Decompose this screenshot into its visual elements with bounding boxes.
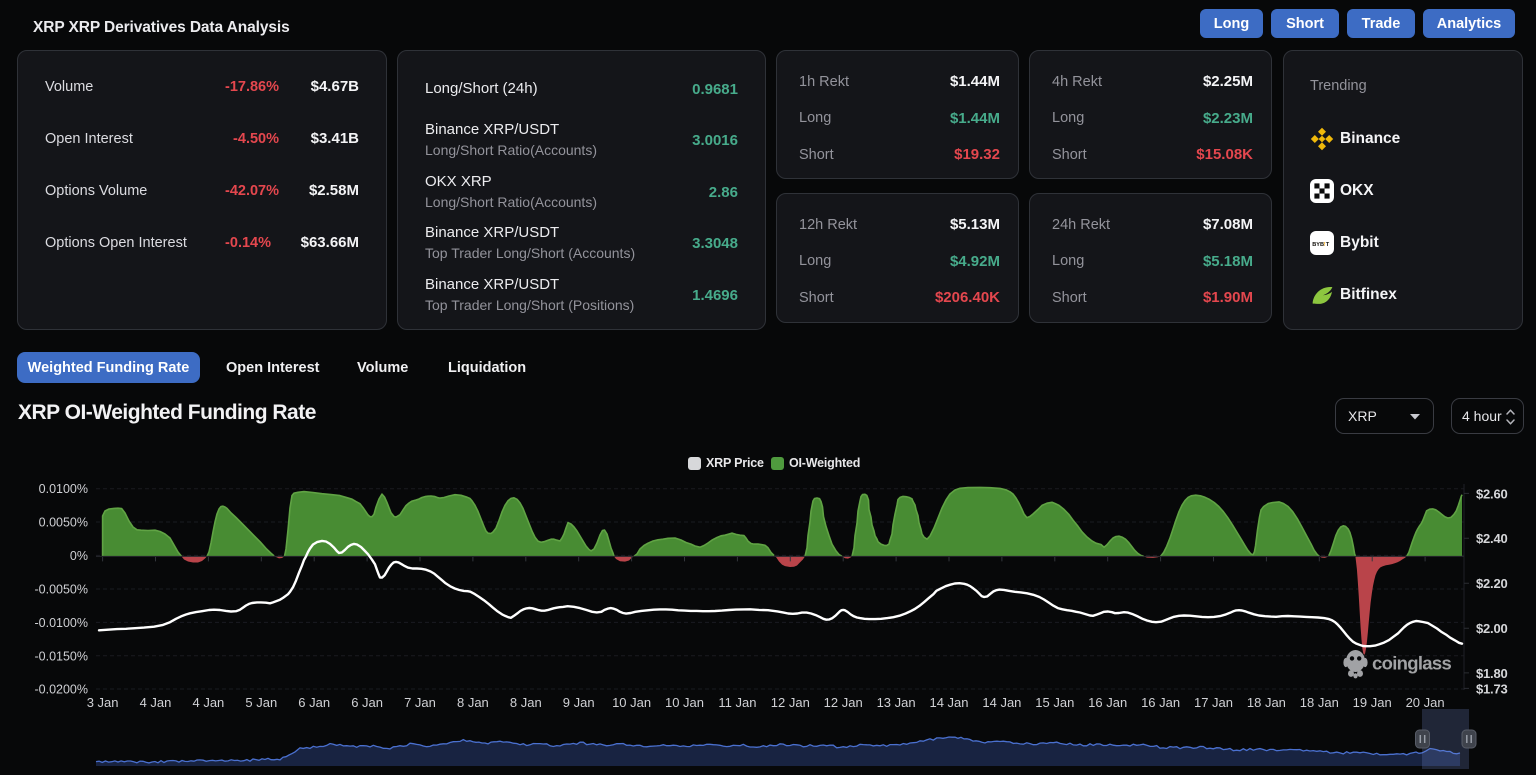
svg-text:11 Jan: 11 Jan	[718, 695, 756, 710]
svg-text:16 Jan: 16 Jan	[1088, 695, 1127, 710]
svg-text:$2.40: $2.40	[1476, 531, 1508, 546]
svg-text:13 Jan: 13 Jan	[877, 695, 916, 710]
svg-text:$2.60: $2.60	[1476, 486, 1508, 501]
svg-text:20 Jan: 20 Jan	[1406, 695, 1445, 710]
svg-text:18 Jan: 18 Jan	[1300, 695, 1339, 710]
svg-text:-0.0200%: -0.0200%	[34, 683, 88, 697]
svg-text:10 Jan: 10 Jan	[665, 695, 704, 710]
svg-text:19 Jan: 19 Jan	[1353, 695, 1392, 710]
svg-text:8 Jan: 8 Jan	[457, 695, 489, 710]
svg-text:4 Jan: 4 Jan	[192, 695, 224, 710]
svg-text:-0.0050%: -0.0050%	[34, 583, 88, 597]
svg-text:7 Jan: 7 Jan	[404, 695, 436, 710]
svg-text:T: T	[1326, 242, 1330, 248]
svg-text:10 Jan: 10 Jan	[612, 695, 651, 710]
svg-text:coinglass: coinglass	[1372, 653, 1451, 674]
svg-text:4 Jan: 4 Jan	[140, 695, 172, 710]
svg-text:9 Jan: 9 Jan	[563, 695, 595, 710]
svg-text:12 Jan: 12 Jan	[824, 695, 863, 710]
svg-text:$1.73: $1.73	[1476, 681, 1508, 696]
svg-text:$2.20: $2.20	[1476, 576, 1508, 591]
svg-text:5 Jan: 5 Jan	[245, 695, 277, 710]
svg-text:-0.0150%: -0.0150%	[34, 649, 88, 663]
svg-text:17 Jan: 17 Jan	[1194, 695, 1233, 710]
svg-text:8 Jan: 8 Jan	[510, 695, 542, 710]
svg-text:16 Jan: 16 Jan	[1141, 695, 1180, 710]
svg-text:$2.00: $2.00	[1476, 621, 1508, 636]
svg-text:$1.80: $1.80	[1476, 666, 1508, 681]
svg-text:-0.0100%: -0.0100%	[34, 616, 88, 630]
svg-text:15 Jan: 15 Jan	[1035, 695, 1074, 710]
svg-text:0%: 0%	[70, 549, 88, 563]
svg-text:14 Jan: 14 Jan	[982, 695, 1021, 710]
svg-text:0.0100%: 0.0100%	[39, 482, 88, 496]
svg-text:BYB: BYB	[1312, 242, 1324, 248]
svg-text:18 Jan: 18 Jan	[1247, 695, 1286, 710]
svg-text:14 Jan: 14 Jan	[929, 695, 968, 710]
svg-text:6 Jan: 6 Jan	[351, 695, 383, 710]
svg-text:3 Jan: 3 Jan	[87, 695, 119, 710]
svg-text:12 Jan: 12 Jan	[771, 695, 810, 710]
svg-text:6 Jan: 6 Jan	[298, 695, 330, 710]
svg-text:0.0050%: 0.0050%	[39, 516, 88, 530]
